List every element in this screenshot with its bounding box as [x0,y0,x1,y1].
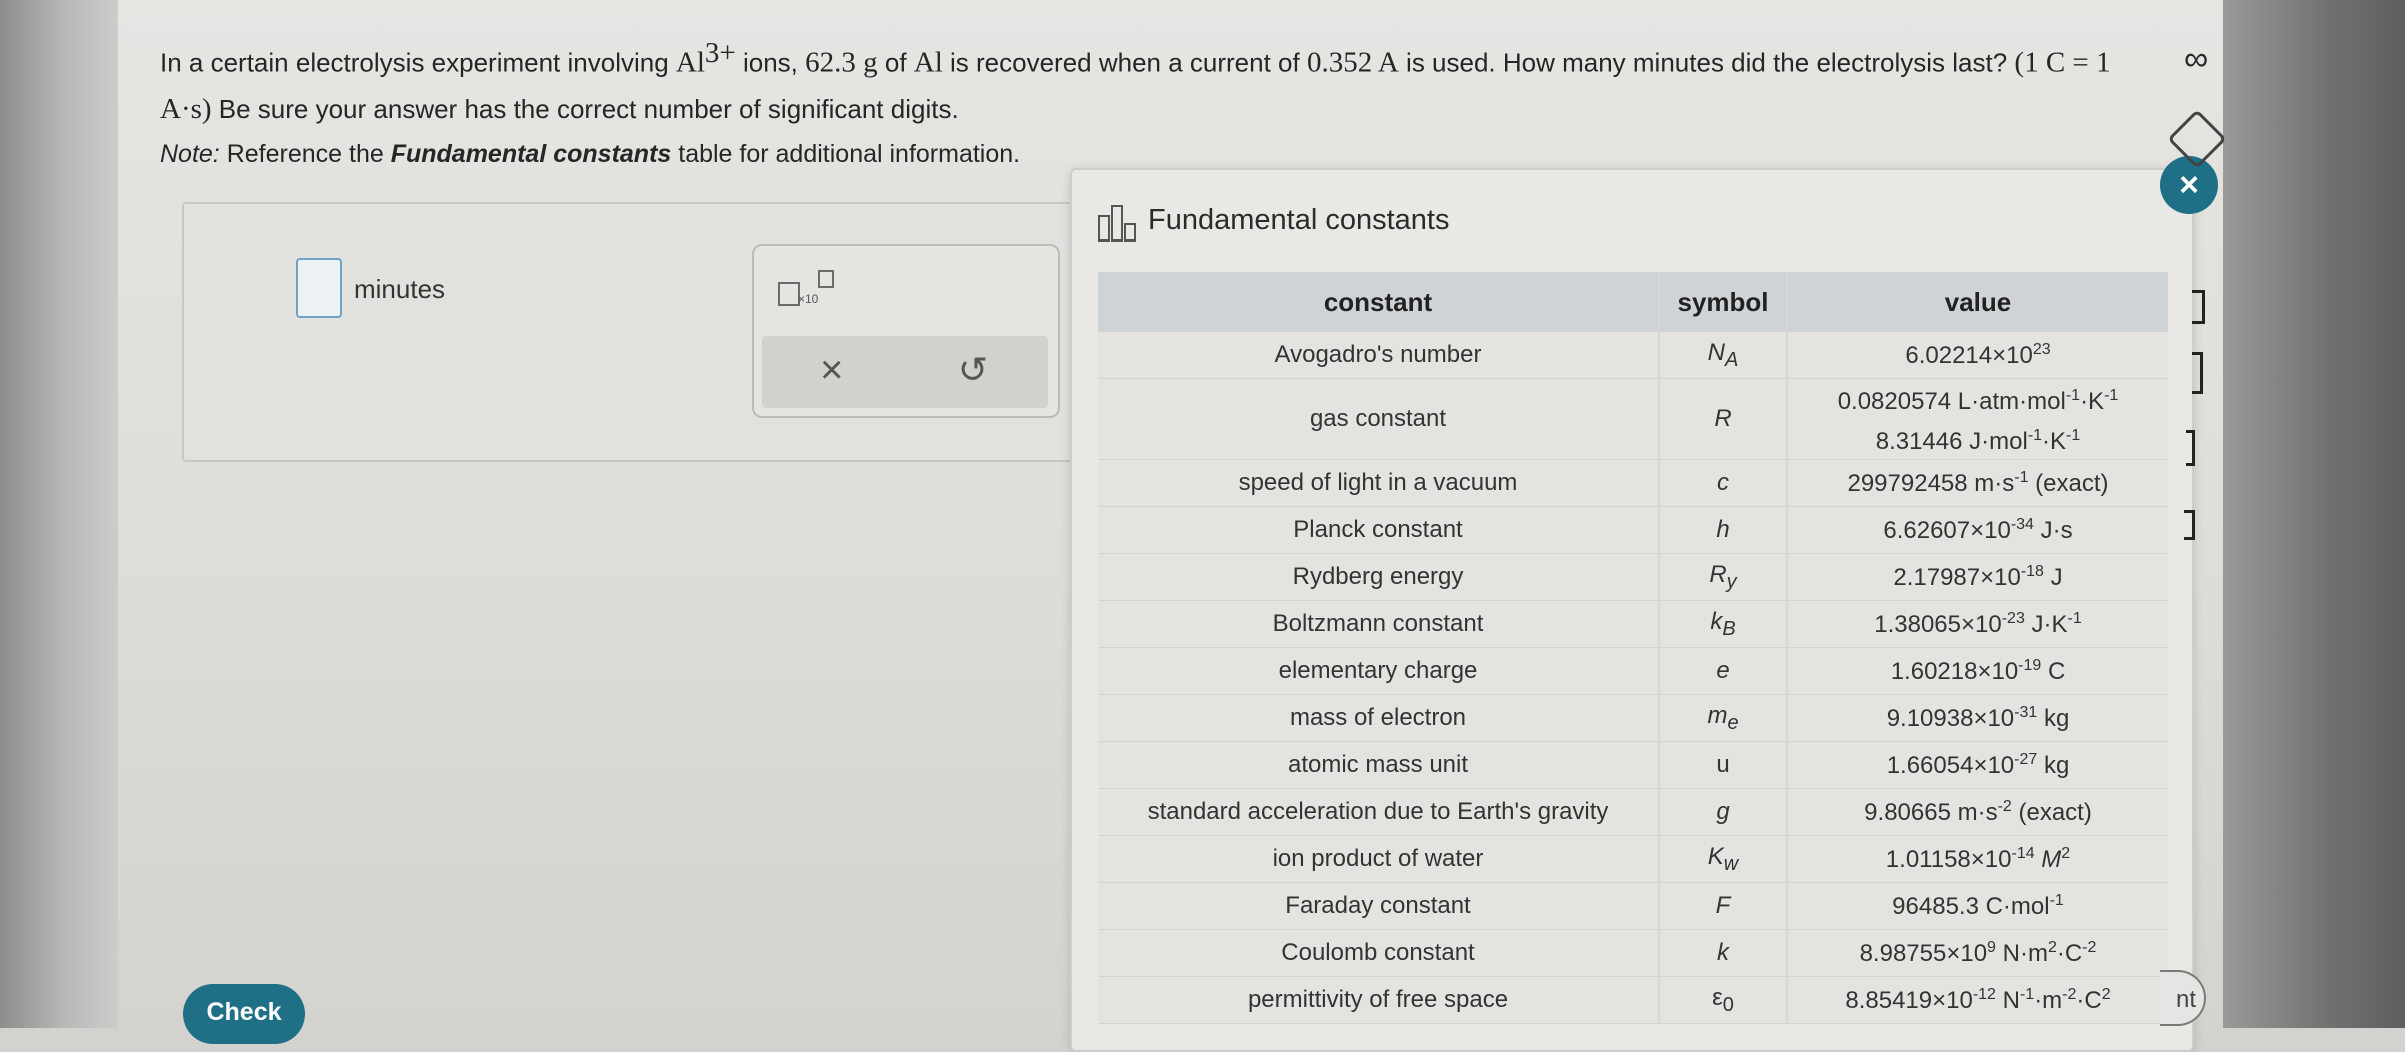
table-row: Rydberg energy Ry 2.17987×10-18 J [1098,553,2168,601]
side-tab-icon[interactable] [2186,430,2195,466]
exponent-box-icon [818,270,834,288]
header-value: value [1787,272,2168,332]
background-right-edge [2223,0,2405,1028]
header-symbol: symbol [1659,272,1788,332]
infinity-icon[interactable]: ∞ [2184,40,2208,79]
table-row: elementary charge e 1.60218×10-19 C [1098,647,2168,695]
table-row: Boltzmann constant kB 1.38065×10-23 J·K-… [1098,600,2168,648]
table-row: ion product of water Kw 1.01158×10-14 M2 [1098,835,2168,883]
check-button[interactable]: Check [183,984,305,1044]
table-row: atomic mass unit u 1.66054×10-27 kg [1098,741,2168,789]
side-tab-icon[interactable] [2184,510,2195,540]
fundamental-constants-link[interactable]: Fundamental constants [391,140,672,168]
table-row: gas constant R 0.0820574 L·atm·mol-1·K-1… [1098,378,2168,460]
constants-table: constant symbol value Avogadro's number … [1098,272,2168,1024]
close-modal-button[interactable]: × [2160,156,2218,214]
header-constant: constant [1098,272,1660,332]
table-row: speed of light in a vacuum c 299792458 m… [1098,459,2168,507]
table-row: standard acceleration due to Earth's gra… [1098,788,2168,836]
scientific-notation-button[interactable]: ×10 [776,268,846,312]
background-left-edge [0,0,120,1028]
answer-input[interactable] [296,258,342,318]
table-row: permittivity of free space ε0 8.85419×10… [1098,976,2168,1024]
answer-unit-label: minutes [354,274,446,304]
side-tab-icon[interactable] [2192,290,2205,324]
table-row: Planck constant h 6.62607×10-34 J·s [1098,506,2168,554]
note-text: Note: Reference the Fundamental constant… [160,140,1021,168]
question-text: In a certain electrolysis experiment inv… [160,37,2111,125]
times-ten-label: ×10 [798,292,819,306]
table-row: Faraday constant F 96485.3 C·mol-1 [1098,882,2168,930]
table-row: Avogadro's number NA 6.02214×1023 [1098,332,2168,379]
clear-button[interactable]: × [820,350,843,390]
tools-action-bar [762,336,1048,408]
undo-button[interactable]: ↺ [958,350,988,390]
base-box-icon [778,282,800,306]
side-tab-icon[interactable] [2192,352,2203,394]
table-row: mass of electron me 9.10938×10-31 kg [1098,694,2168,742]
table-header-row: constant symbol value [1098,272,2168,332]
modal-title: Fundamental constants [1148,204,1450,236]
table-row: Coulomb constant k 8.98755×109 N·m2·C-2 [1098,929,2168,977]
bar-chart-icon [1098,205,1136,242]
